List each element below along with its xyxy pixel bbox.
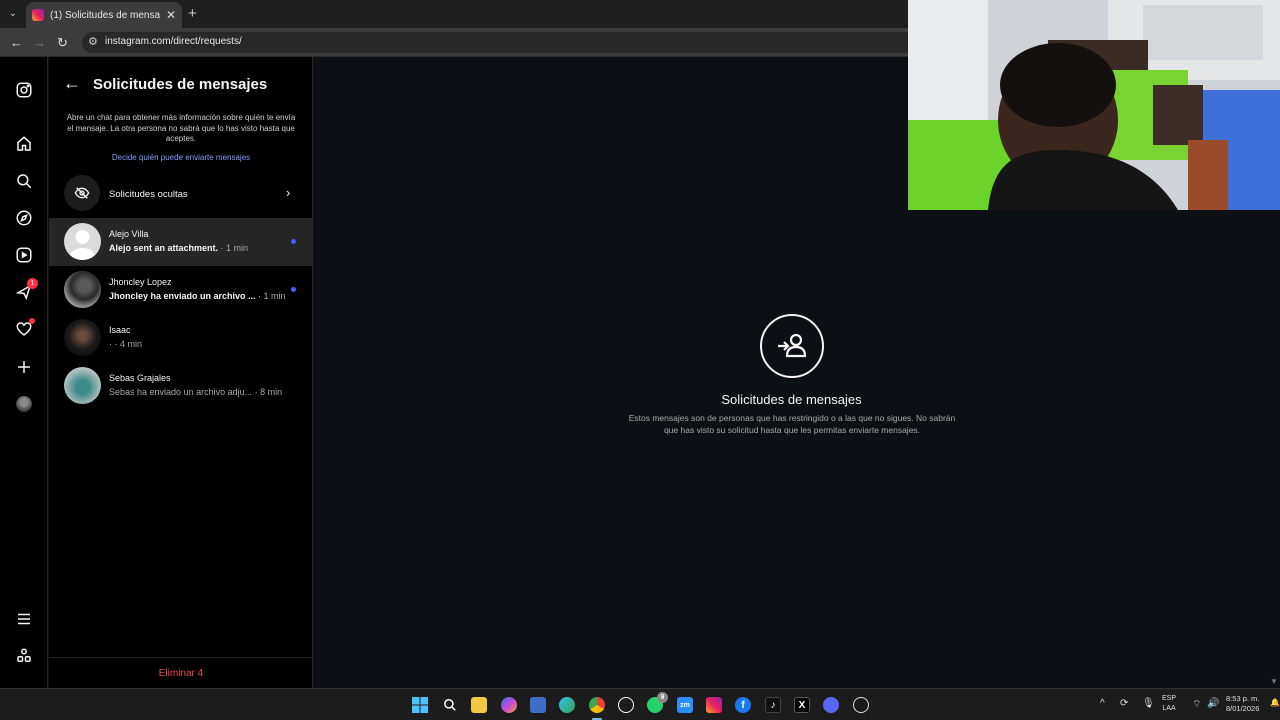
reload-icon[interactable]: ↻ [57, 35, 68, 51]
messages-icon[interactable]: 1 [14, 278, 38, 302]
reels-icon[interactable] [14, 245, 34, 265]
notification-bell-icon[interactable]: 🔔 [1270, 698, 1280, 707]
unread-dot [291, 287, 296, 292]
sync-icon[interactable]: ⟳ [1120, 698, 1128, 709]
windows-start-icon[interactable] [412, 697, 428, 713]
webcam-overlay [908, 0, 1280, 210]
request-row[interactable]: Isaac · · 4 min [49, 314, 313, 362]
chevron-right-icon: › [286, 185, 291, 200]
instagram-sidebar: 1 [0, 57, 48, 688]
tab-search-chevron-icon[interactable]: ⌄ [5, 6, 21, 22]
menu-icon[interactable] [14, 609, 34, 629]
instagram-favicon-icon [32, 9, 44, 21]
photo-avatar [64, 367, 101, 404]
zoom-icon[interactable]: zm [677, 697, 693, 713]
requests-info-text: Abre un chat para obtener más informació… [66, 113, 296, 143]
tiktok-icon[interactable]: ♪ [765, 697, 781, 713]
request-time: · 8 min [252, 387, 283, 397]
empty-state-description: Estos mensajes son de personas que has r… [628, 413, 956, 435]
request-name: Alejo Villa [109, 229, 149, 239]
volume-icon[interactable]: 🔊 [1207, 698, 1219, 709]
discord-icon[interactable] [823, 697, 839, 713]
chrome-icon[interactable] [589, 697, 605, 713]
request-message: Alejo sent an attachment. [109, 243, 219, 253]
empty-state-title: Solicitudes de mensajes [721, 392, 862, 407]
request-row[interactable]: Jhoncley Lopez Jhoncley ha enviado un ar… [49, 266, 313, 314]
explore-icon[interactable] [14, 208, 34, 228]
chatgpt-icon[interactable] [618, 697, 634, 713]
facebook-icon[interactable]: f [735, 697, 751, 713]
add-person-icon [760, 314, 824, 378]
home-icon[interactable] [14, 134, 34, 154]
profile-avatar[interactable] [14, 394, 34, 414]
request-preview: Jhoncley ha enviado un archivo ... · 1 m… [109, 291, 299, 301]
request-time: · 1 min [255, 291, 286, 301]
whatsapp-badge: 9 [657, 692, 668, 703]
request-preview: Sebas ha enviado un archivo adju... · 8 … [109, 387, 299, 397]
url-text: instagram.com/direct/requests/ [105, 36, 242, 47]
eye-off-icon [64, 175, 100, 211]
request-row[interactable]: Alejo Villa Alejo sent an attachment. · … [49, 218, 313, 266]
create-plus-icon[interactable] [14, 357, 34, 377]
request-preview: · · 4 min [109, 339, 299, 349]
url-field[interactable]: ⚙ instagram.com/direct/requests/ [82, 32, 982, 53]
notification-dot [29, 318, 35, 324]
site-settings-icon[interactable]: ⚙ [88, 35, 98, 48]
x-icon[interactable]: X [794, 697, 810, 713]
keyboard-layout: LAA [1162, 705, 1176, 712]
new-tab-icon[interactable]: + [188, 5, 197, 22]
wifi-icon[interactable]: ⌔ [1192, 698, 1201, 711]
app-icon[interactable] [853, 697, 869, 713]
scroll-down-icon[interactable]: ▼ [1270, 677, 1278, 686]
request-preview: Alejo sent an attachment. · 1 min [109, 243, 299, 253]
tray-chevron-icon[interactable]: ^ [1100, 698, 1105, 709]
copilot-icon[interactable] [501, 697, 517, 713]
microsoft-store-icon[interactable] [530, 697, 546, 713]
request-time: · 1 min [218, 243, 249, 253]
request-name: Jhoncley Lopez [109, 277, 172, 287]
request-row[interactable]: Sebas Grajales Sebas ha enviado un archi… [49, 362, 313, 410]
photo-avatar [64, 319, 101, 356]
back-icon[interactable]: ← [10, 35, 23, 50]
unread-dot [291, 239, 296, 244]
file-explorer-icon[interactable] [471, 697, 487, 713]
clock-date: 8/01/2026 [1226, 704, 1260, 713]
hidden-requests-label: Solicitudes ocultas [109, 189, 188, 200]
hidden-requests-row[interactable]: Solicitudes ocultas › [49, 175, 313, 215]
forward-icon[interactable]: → [33, 35, 46, 50]
notifications-heart-icon[interactable] [14, 318, 35, 339]
clock-time: 8:53 p. m. [1226, 694, 1260, 703]
microphone-icon[interactable]: 🎙 [1142, 698, 1155, 709]
browser-tab[interactable]: (1) Solicitudes de mensajes • M ✕ [26, 2, 182, 28]
language-code: ESP [1162, 695, 1177, 702]
edge-icon[interactable] [559, 697, 575, 713]
delete-all-button[interactable]: Eliminar 4 [49, 668, 313, 679]
meta-apps-icon[interactable] [14, 646, 34, 666]
tab-title: (1) Solicitudes de mensajes • M [50, 9, 160, 21]
request-message: Sebas ha enviado un archivo adju... [109, 387, 253, 397]
tab-close-icon[interactable]: ✕ [166, 8, 176, 22]
instagram-app-icon[interactable] [706, 697, 722, 713]
request-name: Sebas Grajales [109, 373, 171, 383]
whatsapp-icon[interactable]: 9 [647, 692, 668, 713]
default-avatar [64, 223, 101, 260]
search-icon[interactable] [14, 171, 34, 191]
language-indicator[interactable]: ESP LAA [1162, 694, 1176, 714]
request-name: Isaac [109, 325, 131, 335]
message-requests-panel: ← Solicitudes de mensajes Abre un chat p… [49, 57, 313, 688]
panel-title: Solicitudes de mensajes [93, 76, 268, 93]
windows-taskbar: 9 zm f ♪ X ^ ⟳ 🎙 ESP LAA ⌔ 🔊 8:53 p. m. … [0, 688, 1280, 720]
request-message: Jhoncley ha enviado un archivo ... [109, 291, 256, 301]
instagram-logo-icon[interactable] [14, 80, 34, 100]
back-arrow-icon[interactable]: ← [63, 73, 81, 94]
messages-badge: 1 [27, 278, 38, 289]
requests-footer: Eliminar 4 [49, 657, 313, 688]
message-controls-link[interactable]: Decide quién puede enviarte mensajes [49, 153, 313, 162]
photo-avatar [64, 271, 101, 308]
system-clock[interactable]: 8:53 p. m. 8/01/2026 [1226, 694, 1259, 714]
taskbar-search-icon[interactable] [442, 697, 458, 713]
request-time: · 4 min [112, 339, 143, 349]
